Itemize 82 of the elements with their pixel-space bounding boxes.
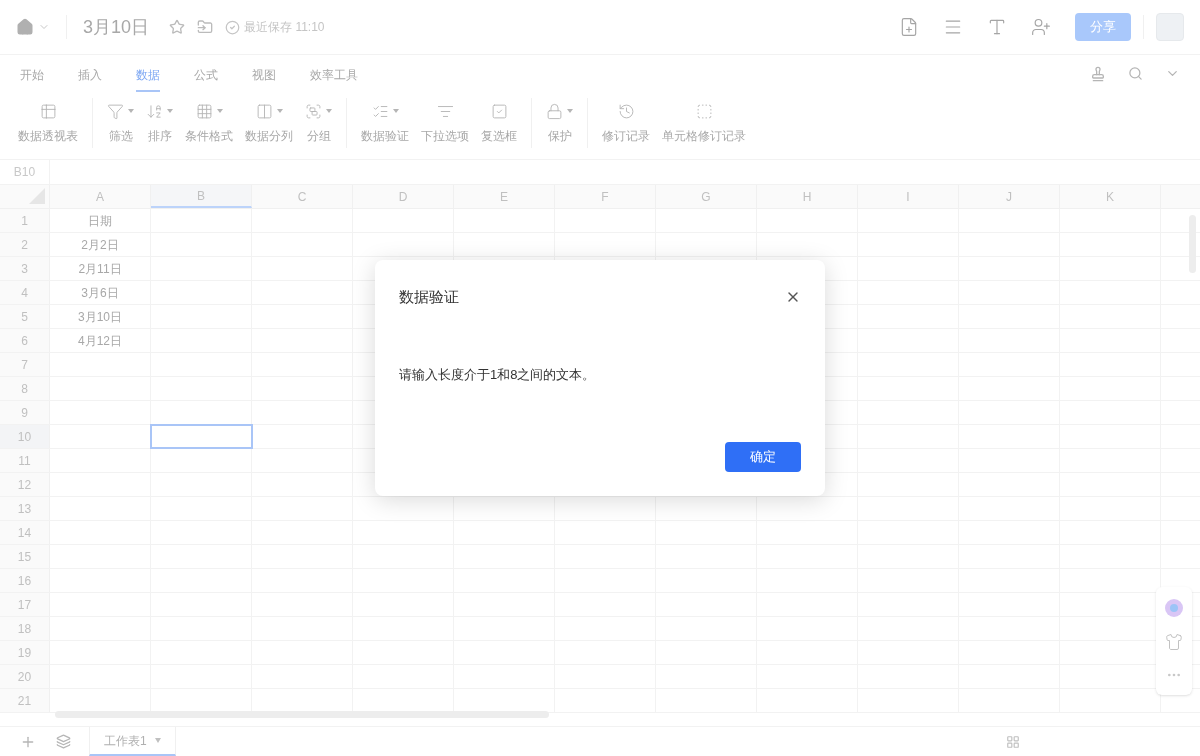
shirt-icon[interactable] bbox=[1165, 633, 1183, 651]
checkbox-icon bbox=[490, 102, 508, 120]
row-header[interactable]: 3 bbox=[0, 257, 50, 280]
add-user-icon[interactable] bbox=[1031, 17, 1051, 37]
table-cell: 3月10日 bbox=[50, 305, 151, 328]
column-header[interactable]: C bbox=[252, 185, 353, 208]
column-header[interactable]: K bbox=[1060, 185, 1161, 208]
toolbar-button[interactable]: 数据验证 bbox=[355, 97, 415, 149]
history-icon bbox=[617, 102, 635, 120]
toolbar-button[interactable]: 单元格修订记录 bbox=[656, 97, 752, 149]
row-header[interactable]: 14 bbox=[0, 521, 50, 544]
row-header[interactable]: 19 bbox=[0, 641, 50, 664]
stamp-icon[interactable] bbox=[1090, 65, 1106, 82]
ribbon-tab[interactable]: 公式 bbox=[194, 55, 218, 92]
text-format-icon[interactable] bbox=[987, 17, 1007, 37]
row-header[interactable]: 4 bbox=[0, 281, 50, 304]
ribbon-tab[interactable]: 视图 bbox=[252, 55, 276, 92]
column-header[interactable]: D bbox=[353, 185, 454, 208]
row-header[interactable]: 11 bbox=[0, 449, 50, 472]
ribbon-tab[interactable]: 开始 bbox=[20, 55, 44, 92]
dialog-title: 数据验证 bbox=[399, 287, 459, 307]
row-header[interactable]: 21 bbox=[0, 689, 50, 712]
home-icon[interactable] bbox=[16, 18, 34, 36]
ribbon-tab[interactable]: 插入 bbox=[78, 55, 102, 92]
avatar[interactable] bbox=[1156, 13, 1184, 41]
table-icon bbox=[39, 102, 57, 120]
toolbar-button[interactable]: 保护 bbox=[540, 97, 579, 149]
table-cell: 3月6日 bbox=[50, 281, 151, 304]
toolbar-button[interactable]: 复选框 bbox=[475, 97, 523, 149]
dashed-square-icon bbox=[695, 102, 713, 120]
toolbar-button[interactable]: 下拉选项 bbox=[415, 97, 475, 149]
lock-icon bbox=[546, 102, 563, 120]
columns-icon bbox=[255, 102, 273, 120]
row-header[interactable]: 20 bbox=[0, 665, 50, 688]
row-header[interactable]: 1 bbox=[0, 209, 50, 232]
star-icon[interactable] bbox=[169, 19, 186, 35]
sheet-tab[interactable]: 工作表1 bbox=[89, 727, 176, 756]
toolbar-button[interactable]: 数据分列 bbox=[239, 97, 299, 149]
confirm-button[interactable]: 确定 bbox=[725, 442, 801, 472]
group-icon bbox=[305, 102, 322, 120]
filter-icon bbox=[107, 102, 124, 120]
row-header[interactable]: 15 bbox=[0, 545, 50, 568]
grid-view-icon[interactable] bbox=[1006, 734, 1020, 749]
sort-icon bbox=[146, 102, 163, 120]
column-header[interactable]: F bbox=[555, 185, 656, 208]
toolbar-button[interactable]: 筛选 bbox=[101, 97, 140, 149]
row-header[interactable]: 12 bbox=[0, 473, 50, 496]
row-header[interactable]: 2 bbox=[0, 233, 50, 256]
row-header[interactable]: 9 bbox=[0, 401, 50, 424]
row-header[interactable]: 8 bbox=[0, 377, 50, 400]
column-header[interactable]: H bbox=[757, 185, 858, 208]
toolbar-button[interactable]: 条件格式 bbox=[179, 97, 239, 149]
column-header[interactable]: J bbox=[959, 185, 1060, 208]
share-button[interactable]: 分享 bbox=[1075, 13, 1131, 41]
row-header[interactable]: 16 bbox=[0, 569, 50, 592]
row-header[interactable]: 13 bbox=[0, 497, 50, 520]
toolbar-button[interactable]: 数据透视表 bbox=[12, 97, 84, 149]
dialog-message: 请输入长度介于1和8之间的文本。 bbox=[399, 365, 597, 384]
row-header[interactable]: 18 bbox=[0, 617, 50, 640]
row-header[interactable]: 6 bbox=[0, 329, 50, 352]
check-circle-icon bbox=[225, 19, 241, 35]
colorful-orb-icon[interactable] bbox=[1165, 599, 1183, 617]
column-header[interactable]: B bbox=[151, 185, 252, 208]
table-cell: 日期 bbox=[50, 209, 151, 232]
table-cell: 4月12日 bbox=[50, 329, 151, 352]
ribbon-tab[interactable]: 效率工具 bbox=[310, 55, 358, 92]
row-header[interactable]: 5 bbox=[0, 305, 50, 328]
table-cell: 2月11日 bbox=[50, 257, 151, 280]
grid-icon bbox=[195, 102, 213, 120]
toolbar-button[interactable]: 排序 bbox=[140, 97, 179, 149]
search-icon[interactable] bbox=[1128, 66, 1143, 81]
ribbon-tab[interactable]: 数据 bbox=[136, 55, 160, 92]
column-header[interactable]: E bbox=[454, 185, 555, 208]
table-cell: 2月2日 bbox=[50, 233, 151, 256]
folder-icon[interactable] bbox=[197, 19, 214, 35]
toolbar-button[interactable]: 分组 bbox=[299, 97, 338, 149]
toolbar-button[interactable]: 修订记录 bbox=[596, 97, 656, 149]
document-title[interactable]: 3月10日 bbox=[83, 13, 150, 41]
row-header[interactable]: 7 bbox=[0, 353, 50, 376]
row-header[interactable]: 17 bbox=[0, 593, 50, 616]
layers-icon[interactable] bbox=[56, 734, 71, 749]
column-header[interactable]: G bbox=[656, 185, 757, 208]
